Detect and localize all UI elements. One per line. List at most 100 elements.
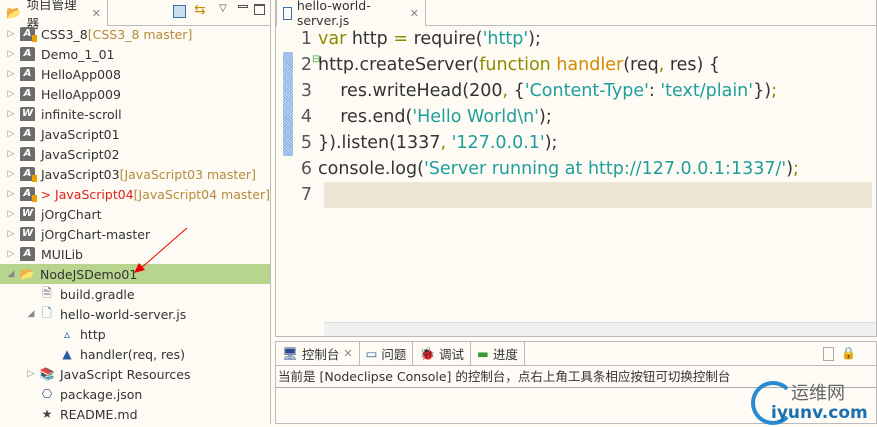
explorer-tabbar: 📂 项目管理器 ✕ ⇆ ▽ bbox=[0, 0, 270, 31]
code-token: ); bbox=[528, 29, 541, 49]
expand-toggle-icon[interactable]: ▷ bbox=[6, 109, 16, 119]
project-icon: A bbox=[20, 147, 35, 161]
code-text: res.end('Hello World\n'); bbox=[318, 107, 551, 127]
json-icon: ⎔ bbox=[41, 387, 53, 401]
close-icon[interactable]: ✕ bbox=[410, 7, 419, 20]
view-menu-icon[interactable]: ▽ bbox=[219, 3, 227, 14]
tree-item[interactable]: ⎔ package.json bbox=[0, 384, 270, 404]
expand-toggle-icon[interactable]: ▷ bbox=[6, 69, 16, 79]
function-icon: ▲ bbox=[62, 347, 72, 361]
maximize-icon[interactable] bbox=[254, 4, 265, 15]
code-token: function bbox=[479, 55, 551, 75]
code-token: 'text/plain' bbox=[660, 81, 754, 101]
tree-item-label: Demo_1_01 bbox=[41, 46, 115, 62]
project-icon: W bbox=[20, 227, 35, 241]
tree-item[interactable]: ▷ A JavaScript01 bbox=[0, 124, 270, 144]
tab-project-explorer[interactable]: 📂 项目管理器 ✕ bbox=[0, 0, 108, 31]
code-token: ; bbox=[771, 81, 777, 101]
close-icon[interactable]: ✕ bbox=[92, 7, 101, 20]
project-explorer: 📂 项目管理器 ✕ ⇆ ▽ ▷ A CSS3_8 [CSS3_8 master] ▷ A… bbox=[0, 0, 271, 424]
project-icon: A bbox=[20, 27, 37, 42]
code-line[interactable]: 4 res.end('Hello World\n'); bbox=[276, 104, 876, 130]
git-branch-label: [CSS3_8 master] bbox=[87, 26, 193, 42]
horizontal-scrollbar[interactable] bbox=[324, 322, 876, 336]
expand-toggle-icon[interactable]: ▷ bbox=[6, 149, 16, 159]
code-token: console.log( bbox=[318, 159, 424, 179]
tree-item[interactable]: ▷ A CSS3_8 [CSS3_8 master] bbox=[0, 24, 270, 44]
code-token: res.end( bbox=[318, 107, 413, 127]
code-token: = bbox=[393, 29, 409, 49]
code-line[interactable]: 1 var http = require('http'); bbox=[276, 26, 876, 52]
expand-toggle-icon[interactable]: ◢ bbox=[6, 269, 16, 279]
tree-item-label: MUILib bbox=[41, 246, 83, 262]
tab-debug[interactable]: 🐞 调试 bbox=[413, 342, 472, 365]
tab-label: 调试 bbox=[439, 347, 465, 362]
tab-progress[interactable]: ▬ 进度 bbox=[471, 342, 525, 365]
code-line[interactable]: 2 ⊟ http.createServer(function handler(req… bbox=[276, 52, 876, 78]
console-icon: 🖥 bbox=[282, 345, 298, 361]
code-area[interactable]: 1 var http = require('http'); 2 ⊟ http.creat… bbox=[276, 26, 876, 208]
tree-item[interactable]: ▷ A HelloApp008 bbox=[0, 64, 270, 84]
library-icon: 📚 bbox=[39, 367, 55, 381]
code-token: require( bbox=[408, 29, 483, 49]
link-editor-icon[interactable]: ⇆ bbox=[194, 2, 206, 18]
progress-icon: ▬ bbox=[477, 346, 489, 361]
tree-item[interactable]: ▷ Winfinite-scroll bbox=[0, 104, 270, 124]
tree-item-label: infinite-scroll bbox=[41, 106, 122, 122]
expand-toggle-icon[interactable]: ▷ bbox=[6, 249, 16, 259]
tree-item[interactable]: ▲ handler(req, res) bbox=[0, 344, 270, 364]
tree-item-label: hello-world-server.js bbox=[60, 306, 187, 322]
tree-item[interactable]: ▷ A > JavaScript04 [JavaScript04 master] bbox=[0, 184, 270, 204]
clear-console-icon[interactable] bbox=[823, 347, 834, 361]
tree-item[interactable]: ▷ A JavaScript03 [JavaScript03 master] bbox=[0, 164, 270, 184]
scroll-lock-icon[interactable]: 🔒 bbox=[841, 346, 856, 360]
code-token: (req bbox=[623, 55, 659, 75]
code-token: var bbox=[318, 29, 347, 49]
tree-item-label: JavaScript03 bbox=[41, 166, 120, 182]
tree-item[interactable]: ◢ 🗋 hello-world-server.js bbox=[0, 304, 270, 324]
expand-toggle-icon[interactable]: ▷ bbox=[6, 209, 16, 219]
code-line[interactable]: 5}).listen(1337, '127.0.0.1'); bbox=[276, 130, 876, 156]
code-line[interactable]: 3 res.writeHead(200, {'Content-Type': 't… bbox=[276, 78, 876, 104]
expand-toggle-icon[interactable]: ▷ bbox=[6, 189, 16, 199]
code-text: http.createServer(function handler(req, … bbox=[318, 55, 720, 75]
project-icon: W bbox=[20, 107, 35, 121]
code-line[interactable]: 7 bbox=[276, 182, 876, 208]
folder-icon: 📂 bbox=[6, 5, 22, 20]
code-token: ; bbox=[793, 159, 799, 179]
tree-item[interactable]: ▷ WjOrgChart bbox=[0, 204, 270, 224]
tab-hello-world-server[interactable]: hello-world-server.js ✕ bbox=[276, 0, 426, 28]
tree-item[interactable]: ▷ 📚 JavaScript Resources bbox=[0, 364, 270, 384]
expand-toggle-icon[interactable]: ▷ bbox=[6, 169, 16, 179]
tree-item[interactable]: ▷ A HelloApp009 bbox=[0, 84, 270, 104]
line-number: 4 bbox=[300, 107, 312, 127]
git-branch-label: [JavaScript04 master] bbox=[133, 186, 270, 202]
project-icon: A bbox=[20, 67, 35, 81]
tree-item-label: README.md bbox=[60, 406, 138, 422]
expand-toggle-icon[interactable]: ◢ bbox=[26, 309, 36, 319]
code-line[interactable]: 6 console.log('Server running at http://1… bbox=[276, 156, 876, 182]
line-number: 6 bbox=[300, 159, 312, 179]
tree-item[interactable]: ▷ A Demo_1_01 bbox=[0, 44, 270, 64]
expand-toggle-icon[interactable]: ▷ bbox=[6, 229, 16, 239]
expand-toggle-icon[interactable]: ▷ bbox=[26, 369, 36, 379]
minimize-icon[interactable] bbox=[238, 5, 248, 8]
watermark-url: iyunv.com bbox=[771, 403, 868, 423]
collapse-all-icon[interactable] bbox=[173, 5, 186, 18]
expand-toggle-icon[interactable]: ▷ bbox=[6, 49, 16, 59]
current-line-highlight bbox=[324, 182, 872, 208]
expand-toggle-icon[interactable]: ▷ bbox=[6, 89, 16, 99]
close-icon[interactable]: ✕ bbox=[343, 347, 352, 360]
expand-toggle-icon[interactable]: ▷ bbox=[6, 29, 16, 39]
tab-problems[interactable]: ▭ 问题 bbox=[360, 342, 414, 365]
tree-item-label: JavaScript Resources bbox=[60, 366, 191, 382]
tree-item[interactable]: ★ README.md bbox=[0, 404, 270, 424]
project-icon: A bbox=[20, 247, 35, 261]
tree-item[interactable]: 🗎 build.gradle bbox=[0, 284, 270, 304]
project-icon: A bbox=[20, 87, 35, 101]
expand-toggle-icon[interactable]: ▷ bbox=[6, 129, 16, 139]
tree-item[interactable]: ▵ http bbox=[0, 324, 270, 344]
code-token: http.createServer( bbox=[318, 55, 480, 75]
tab-console[interactable]: 🖥 控制台 ✕ bbox=[276, 342, 360, 365]
tree-item[interactable]: ▷ A JavaScript02 bbox=[0, 144, 270, 164]
